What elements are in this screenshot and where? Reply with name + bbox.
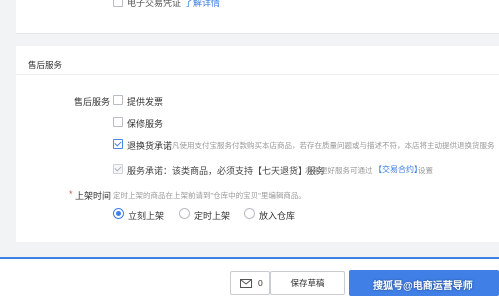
- save-draft-button[interactable]: 保存草稿: [270, 271, 345, 295]
- radio-scheduled[interactable]: [179, 208, 190, 219]
- listing-time-label: 上架时间: [75, 191, 112, 201]
- trade-contract-link[interactable]: 【交易合约】: [374, 164, 422, 175]
- e-voucher-label: 电子交易凭证: [127, 0, 182, 8]
- return-promise-checkbox[interactable]: [113, 139, 123, 149]
- save-draft-label: 保存草稿: [290, 278, 325, 288]
- seven-day-return-checkbox: [113, 164, 123, 174]
- section-title: 售后服务: [28, 60, 63, 70]
- top-card: [16, 0, 499, 34]
- section-divider: [16, 74, 499, 75]
- radio-list-now-label: 立刻上架: [128, 211, 165, 221]
- required-mark: *: [69, 189, 73, 199]
- e-voucher-checkbox[interactable]: [113, 0, 123, 7]
- radio-warehouse[interactable]: [244, 208, 255, 219]
- listing-time-hint: 定时上架的商品在上架前请到"仓库中的宝贝"里编辑商品。: [113, 191, 306, 200]
- invoice-label: 提供发票: [127, 97, 164, 107]
- learn-more-link[interactable]: 了解详情: [184, 0, 220, 9]
- return-promise-label: 退换货承诺: [127, 141, 173, 151]
- radio-list-now[interactable]: [113, 208, 124, 219]
- invoice-checkbox[interactable]: [113, 95, 123, 105]
- count-value: 0: [258, 278, 263, 288]
- after-sales-field-label: 售后服务: [74, 97, 111, 107]
- warranty-checkbox[interactable]: [113, 117, 123, 127]
- radio-warehouse-label: 放入仓库: [259, 211, 296, 221]
- seven-day-hint-suffix: 设置: [418, 166, 433, 175]
- seven-day-return-label: 服务承诺：该类商品，必须支持【七天退货】服务: [127, 166, 326, 176]
- watermark: 搜狐号@电商运营导师: [373, 281, 473, 292]
- radio-scheduled-label: 定时上架: [194, 211, 231, 221]
- warranty-label: 保修服务: [127, 119, 164, 129]
- message-icon: [240, 279, 252, 288]
- seven-day-hint: 承诺更好服务可通过: [305, 166, 373, 175]
- return-promise-hint: 凡使用支付宝服务付款购买本店商品，若存在质量问题或与描述不符，本店将主动提供退换…: [172, 141, 495, 150]
- count-button[interactable]: 0: [230, 271, 270, 295]
